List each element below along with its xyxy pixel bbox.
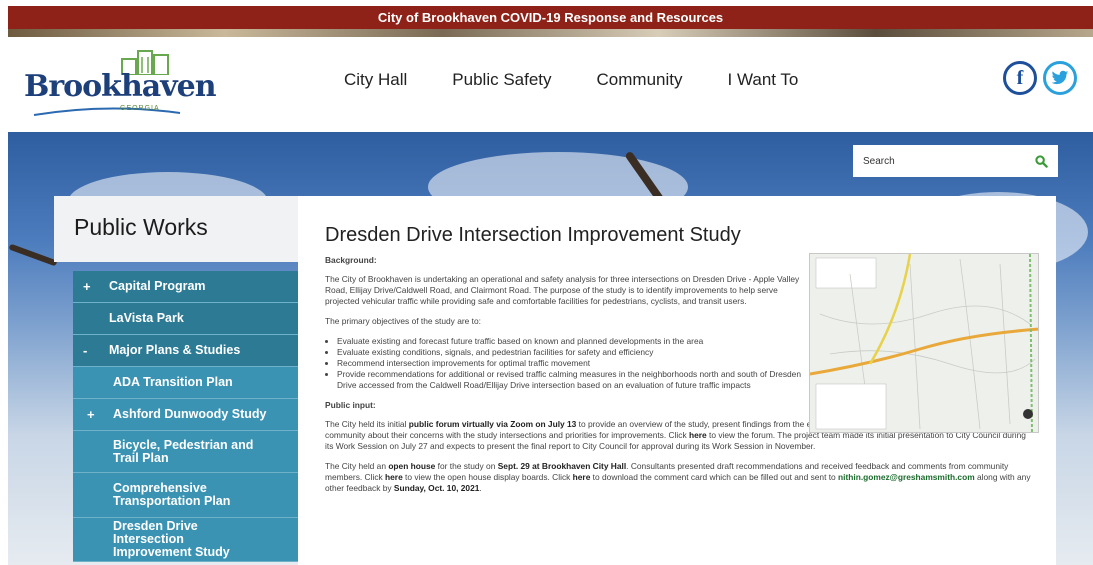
- objectives-list: Evaluate existing and forecast future tr…: [337, 336, 801, 391]
- sidebar-item-ashford-dunwoody[interactable]: + Ashford Dunwoody Study: [73, 399, 298, 431]
- text-span: The City held its initial: [325, 419, 409, 429]
- sidebar-item-label: Major Plans & Studies: [109, 343, 241, 357]
- hero-branch: [8, 243, 58, 267]
- sidebar-item-label: ADA Transition Plan: [113, 375, 233, 389]
- date-emphasis: Sept. 29 at Brookhaven City Hall: [497, 461, 627, 471]
- sidebar-item-label: Dresden Drive Intersection Improvement S…: [113, 519, 230, 559]
- sidebar-item-ada-transition[interactable]: ADA Transition Plan: [73, 367, 298, 399]
- open-house-paragraph: The City held an open house for the stud…: [325, 461, 1033, 494]
- nav-city-hall[interactable]: City Hall: [344, 70, 407, 90]
- background-paragraph: The City of Brookhaven is undertaking an…: [325, 274, 800, 306]
- display-boards-link[interactable]: here: [385, 472, 403, 482]
- forum-emphasis: public forum virtually via Zoom on July …: [408, 419, 577, 429]
- list-item: Evaluate existing and forecast future tr…: [337, 336, 801, 347]
- sidebar-item-label: Ashford Dunwoody Study: [113, 407, 267, 421]
- twitter-bird-icon: [1051, 70, 1069, 85]
- sidebar-item-label: Bicycle, Pedestrian and Trail Plan: [113, 437, 254, 465]
- social-links: f: [1003, 61, 1077, 95]
- nav-i-want-to[interactable]: I Want To: [728, 70, 799, 90]
- text-span: for the study on: [435, 461, 498, 471]
- nav-public-safety[interactable]: Public Safety: [452, 70, 551, 90]
- study-area-map[interactable]: [809, 253, 1039, 433]
- text-span: .: [479, 483, 482, 493]
- sidebar: Public Works + Capital Program LaVista P…: [54, 196, 298, 565]
- email-link[interactable]: nithin.gomez@greshamsmith.com: [838, 472, 975, 482]
- sidebar-item-dresden-drive[interactable]: Dresden Drive Intersection Improvement S…: [73, 518, 298, 562]
- sidebar-item-label: Comprehensive Transportation Plan: [113, 481, 231, 508]
- twitter-icon[interactable]: [1043, 61, 1077, 95]
- sidebar-title: Public Works: [74, 214, 208, 240]
- search-bar: [853, 145, 1058, 177]
- sidebar-item-capital-program[interactable]: + Capital Program: [73, 271, 298, 303]
- main-nav: City Hall Public Safety Community I Want…: [344, 70, 843, 90]
- sidebar-header: Public Works: [54, 196, 298, 262]
- text-span: The City held an: [325, 461, 389, 471]
- sidebar-item-major-plans[interactable]: - Major Plans & Studies: [73, 335, 298, 367]
- sidebar-item-lavista-park[interactable]: LaVista Park: [73, 303, 298, 335]
- expand-toggle[interactable]: +: [87, 407, 113, 422]
- facebook-icon[interactable]: f: [1003, 61, 1037, 95]
- alert-decorative-strip: [8, 29, 1093, 37]
- deadline-emphasis: Sunday, Oct. 10, 2021: [393, 483, 480, 493]
- list-item: Provide recommendations for additional o…: [337, 369, 801, 391]
- map-graphic: [810, 254, 1038, 432]
- forum-link[interactable]: here: [689, 430, 707, 440]
- sidebar-item-label: Capital Program: [109, 279, 206, 293]
- search-input[interactable]: [863, 155, 1013, 167]
- page-title: Dresden Drive Intersection Improvement S…: [325, 224, 741, 246]
- search-icon[interactable]: [1035, 154, 1048, 168]
- open-house-emphasis: open house: [388, 461, 436, 471]
- sidebar-item-label: LaVista Park: [109, 311, 184, 325]
- sidebar-item-bicycle-plan[interactable]: Bicycle, Pedestrian and Trail Plan: [73, 431, 298, 473]
- comment-card-link[interactable]: here: [573, 472, 591, 482]
- logo-wordmark: Brookhaven: [24, 69, 217, 104]
- covid-alert-bar[interactable]: City of Brookhaven COVID-19 Response and…: [8, 6, 1093, 29]
- covid-alert-link[interactable]: City of Brookhaven COVID-19 Response and…: [378, 10, 723, 25]
- list-item: Recommend intersection improvements for …: [337, 358, 801, 369]
- list-item: Evaluate existing conditions, signals, a…: [337, 347, 801, 358]
- sidebar-menu: + Capital Program LaVista Park - Major P…: [73, 271, 298, 562]
- brookhaven-logo[interactable]: Brookhaven GEORGIA: [24, 49, 217, 119]
- text-span: to view the open house display boards. C…: [402, 472, 573, 482]
- nav-community[interactable]: Community: [597, 70, 683, 90]
- sidebar-item-comprehensive-transportation[interactable]: Comprehensive Transportation Plan: [73, 473, 298, 518]
- expand-toggle[interactable]: +: [83, 279, 109, 294]
- logo-subtitle: GEORGIA: [120, 105, 160, 112]
- text-span: to download the comment card which can b…: [590, 472, 839, 482]
- collapse-toggle[interactable]: -: [83, 343, 109, 358]
- facebook-glyph: f: [1016, 66, 1024, 89]
- objectives-intro: The primary objectives of the study are …: [325, 316, 481, 326]
- site-header: Brookhaven GEORGIA City Hall Public Safe…: [8, 37, 1093, 132]
